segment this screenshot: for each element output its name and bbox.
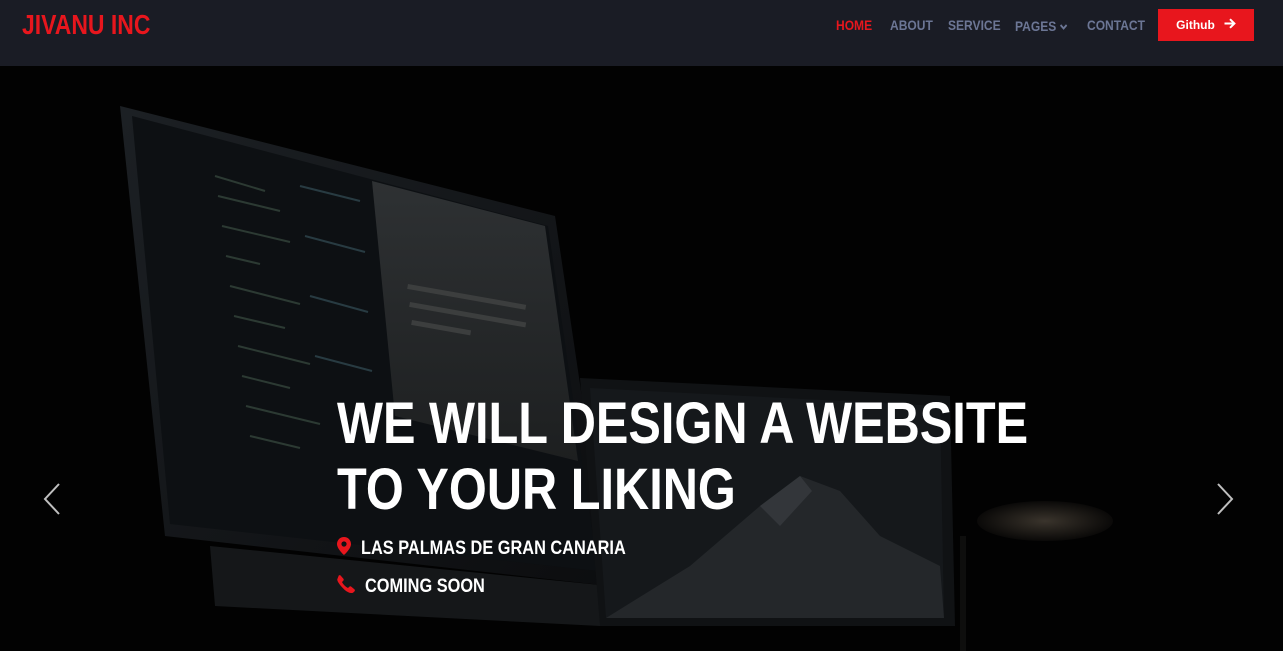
arrow-right-icon bbox=[1224, 18, 1236, 32]
github-button-label: Github bbox=[1176, 18, 1215, 32]
phone-icon bbox=[337, 575, 355, 599]
carousel-prev-button[interactable] bbox=[37, 482, 67, 520]
location-info: LAS PALMAS DE GRAN CANARIA bbox=[337, 537, 669, 561]
carousel-next-button[interactable] bbox=[1210, 482, 1240, 520]
nav-contact[interactable]: CONTACT bbox=[1087, 17, 1145, 33]
chevron-down-icon bbox=[1059, 17, 1068, 33]
navbar: JIVANU INC HOME ABOUT SERVICE PAGES CONT… bbox=[0, 0, 1283, 66]
chevron-left-icon bbox=[43, 482, 61, 520]
hero-background-image bbox=[120, 106, 1113, 651]
phone-text: COMING SOON bbox=[365, 576, 485, 597]
nav-about[interactable]: ABOUT bbox=[890, 17, 933, 33]
hero-title-line-1: WE WILL DESIGN A WEBSITE bbox=[337, 391, 1029, 456]
hero-title-line-2: TO YOUR LIKING bbox=[337, 457, 736, 522]
nav-pages-label: PAGES bbox=[1015, 18, 1057, 34]
nav-home[interactable]: HOME bbox=[836, 17, 872, 33]
location-text: LAS PALMAS DE GRAN CANARIA bbox=[361, 538, 626, 559]
main-nav: HOME ABOUT SERVICE PAGES CONTACT Github bbox=[0, 0, 1283, 50]
chevron-right-icon bbox=[1216, 482, 1234, 520]
nav-service[interactable]: SERVICE bbox=[948, 17, 1001, 33]
phone-info: COMING SOON bbox=[337, 575, 504, 599]
hero-content: WE WILL DESIGN A WEBSITE TO YOUR LIKING … bbox=[337, 391, 1037, 597]
nav-pages-dropdown[interactable]: PAGES bbox=[1015, 17, 1068, 34]
github-button[interactable]: Github bbox=[1158, 9, 1254, 41]
map-pin-icon bbox=[337, 537, 351, 561]
hero-carousel: WE WILL DESIGN A WEBSITE TO YOUR LIKING … bbox=[0, 66, 1283, 651]
hero-title: WE WILL DESIGN A WEBSITE TO YOUR LIKING bbox=[337, 391, 1029, 523]
